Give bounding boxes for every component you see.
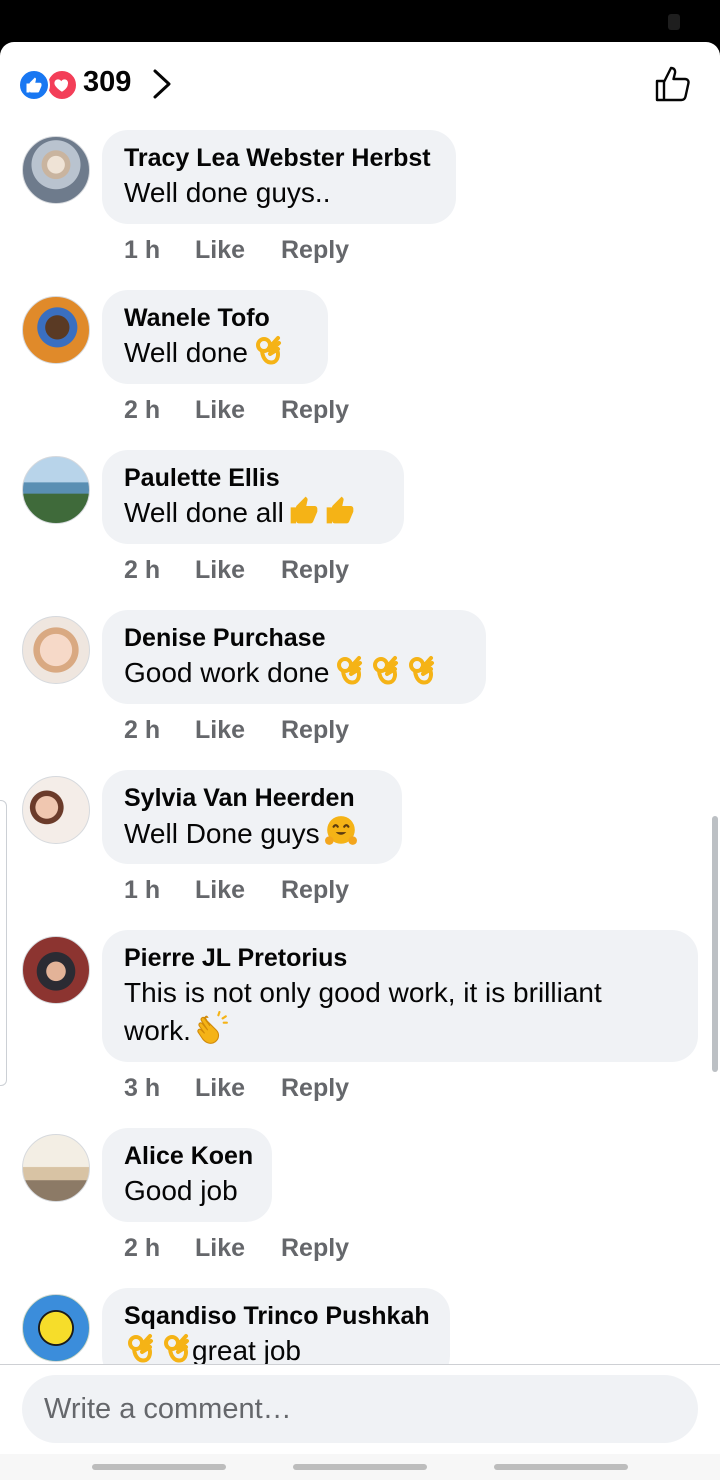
comments-sheet: 309 Tracy Lea Webster Herbst Well done g… [0, 42, 720, 1480]
hugging-face-emoji-icon [324, 814, 358, 857]
reaction-count: 309 [83, 66, 132, 98]
comment-author[interactable]: Alice Koen [124, 1140, 253, 1172]
ok-hand-emoji-icon [405, 654, 437, 695]
comment-composer [0, 1364, 720, 1455]
reply-link[interactable]: Reply [281, 236, 349, 265]
love-reaction-icon [46, 69, 78, 101]
like-link[interactable]: Like [195, 876, 245, 905]
navigation-bar [0, 1454, 720, 1480]
comment-text: Good job [124, 1175, 238, 1206]
comment-author[interactable]: Denise Purchase [124, 622, 464, 654]
reply-link[interactable]: Reply [281, 396, 349, 425]
comment-author[interactable]: Wanele Tofo [124, 302, 306, 334]
avatar[interactable] [22, 1294, 90, 1362]
avatar[interactable] [22, 456, 90, 524]
scrollbar[interactable] [712, 816, 718, 1072]
avatar[interactable] [22, 616, 90, 684]
comment-author[interactable]: Sqandiso Trinco Pushkah [124, 1300, 430, 1332]
nav-recents-button[interactable] [92, 1464, 226, 1470]
comment-bubble[interactable]: Alice Koen Good job [102, 1128, 272, 1222]
comment-bubble[interactable]: Pierre JL Pretorius This is not only goo… [102, 930, 698, 1062]
comment-input[interactable] [22, 1375, 698, 1443]
like-button-icon[interactable] [652, 64, 692, 104]
reactions-header[interactable]: 309 [0, 42, 720, 124]
ok-hand-emoji-icon [124, 1332, 156, 1364]
comment-time: 2 h [124, 716, 161, 744]
like-link[interactable]: Like [195, 556, 245, 585]
ok-hand-emoji-icon [252, 334, 284, 375]
comment-text-row: Well Done guys [124, 814, 380, 857]
comment-time: 1 h [124, 876, 161, 904]
like-link[interactable]: Like [195, 1074, 245, 1103]
comment-text: This is not only good work, it is brilli… [124, 977, 602, 1008]
thumbs-up-emoji-icon [324, 494, 356, 535]
chevron-right-icon[interactable] [150, 67, 174, 101]
avatar[interactable] [22, 136, 90, 204]
like-link[interactable]: Like [195, 396, 245, 425]
comment-list[interactable]: Tracy Lea Webster Herbst Well done guys.… [0, 124, 720, 1364]
comment-text: Well done all [124, 497, 284, 528]
comment-bubble[interactable]: Wanele Tofo Well done [102, 290, 328, 384]
comment-author[interactable]: Tracy Lea Webster Herbst [124, 142, 434, 174]
comment-time: 2 h [124, 396, 161, 424]
comment-text: Well done [124, 337, 249, 368]
thumbs-up-emoji-icon [288, 494, 320, 535]
comment-bubble[interactable]: Sqandiso Trinco Pushkah great job [102, 1288, 450, 1364]
comment-author[interactable]: Sylvia Van Heerden [124, 782, 380, 814]
edge-panel-handle[interactable] [0, 800, 7, 1086]
ok-hand-emoji-icon [160, 1332, 192, 1364]
like-link[interactable]: Like [195, 716, 245, 745]
ok-hand-emoji-icon [369, 654, 401, 695]
avatar[interactable] [22, 1134, 90, 1202]
like-reaction-icon [18, 69, 50, 101]
status-indicator-icon [668, 14, 680, 30]
reply-link[interactable]: Reply [281, 876, 349, 905]
comment-text-row: Well done [124, 334, 306, 375]
comment-author[interactable]: Pierre JL Pretorius [124, 942, 676, 974]
comment-time: 3 h [124, 1074, 161, 1102]
comment-text: Well Done guys [124, 817, 320, 849]
clapping-hands-emoji-icon [195, 1011, 229, 1054]
comment-text-row: work. [124, 1011, 676, 1054]
comment-time: 2 h [124, 1234, 161, 1262]
comment-text-row: Well done all [124, 494, 382, 535]
nav-back-button[interactable] [494, 1464, 628, 1470]
comment-author[interactable]: Paulette Ellis [124, 462, 382, 494]
comment-text-continued: work. [124, 1014, 191, 1046]
comment-time: 1 h [124, 236, 161, 264]
reply-link[interactable]: Reply [281, 556, 349, 585]
ok-hand-emoji-icon [333, 654, 365, 695]
nav-home-button[interactable] [293, 1464, 427, 1470]
avatar[interactable] [22, 776, 90, 844]
avatar[interactable] [22, 296, 90, 364]
like-link[interactable]: Like [195, 236, 245, 265]
comment-bubble[interactable]: Paulette Ellis Well done all [102, 450, 404, 544]
comment-text-row: Good work done [124, 654, 464, 695]
reply-link[interactable]: Reply [281, 716, 349, 745]
comment-bubble[interactable]: Sylvia Van Heerden Well Done guys [102, 770, 402, 864]
avatar[interactable] [22, 936, 90, 1004]
comment-text-row: great job [124, 1332, 428, 1364]
comment-text: Well done guys.. [124, 177, 331, 208]
comment-bubble[interactable]: Tracy Lea Webster Herbst Well done guys.… [102, 130, 456, 224]
comment-time: 2 h [124, 556, 161, 584]
comment-text: great job [192, 1335, 301, 1364]
comment-bubble[interactable]: Denise Purchase Good work done [102, 610, 486, 704]
comment-text: Good work done [124, 657, 330, 688]
reply-link[interactable]: Reply [281, 1074, 349, 1103]
status-bar [0, 0, 720, 42]
reply-link[interactable]: Reply [281, 1234, 349, 1263]
like-link[interactable]: Like [195, 1234, 245, 1263]
